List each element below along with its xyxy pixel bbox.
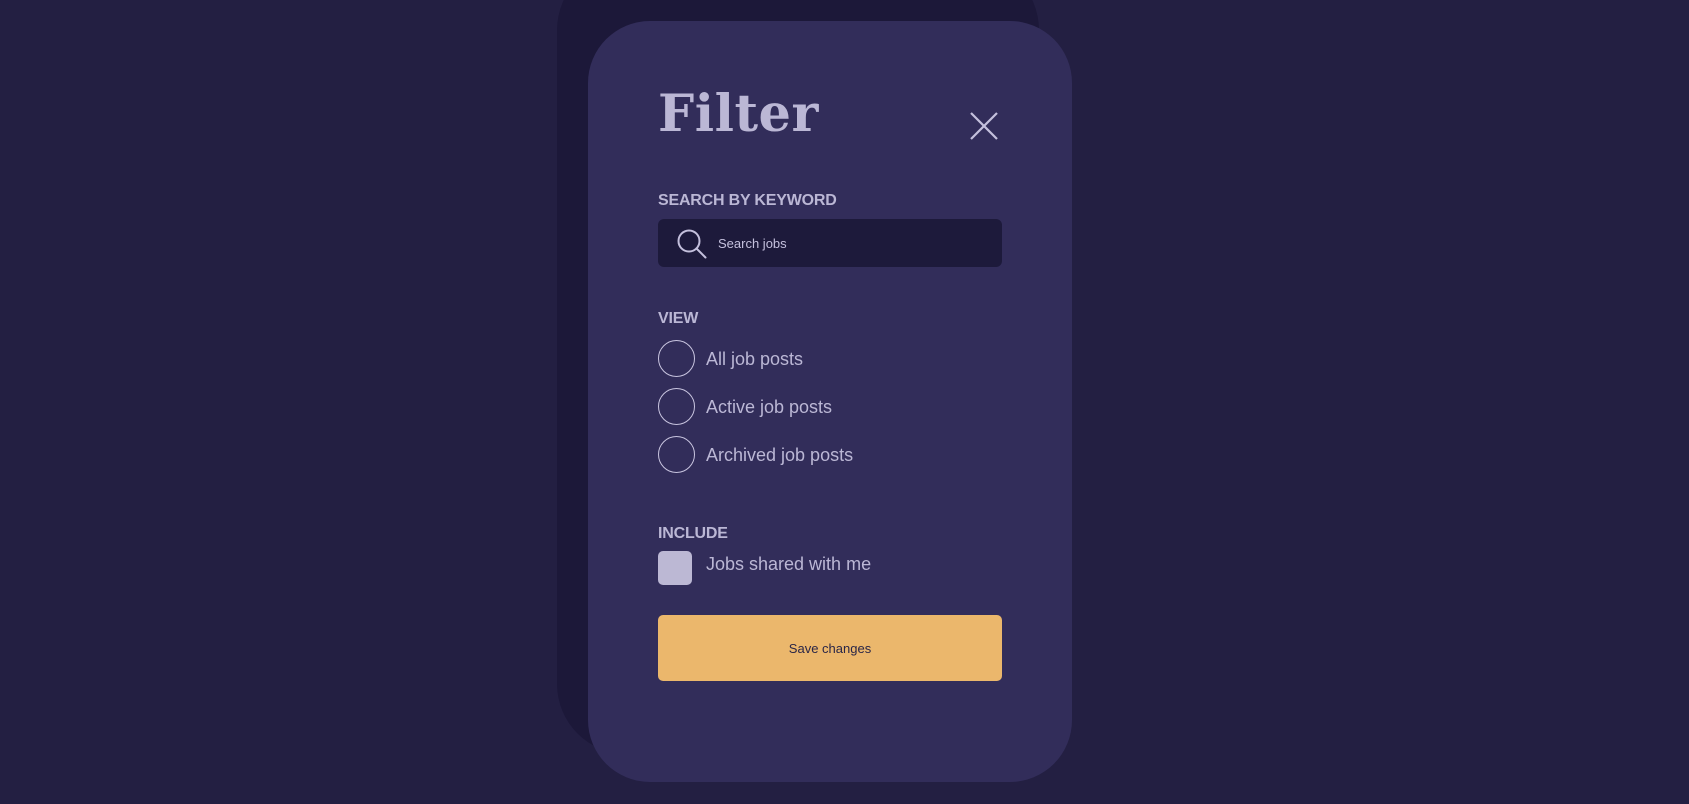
search-section-label: SEARCH BY KEYWORD [658,192,837,209]
modal-title: Filter [658,84,819,144]
search-icon [677,229,707,259]
checkbox-option-jobs-shared-with-me[interactable]: Jobs shared with me [658,551,958,587]
radio-option-all-job-posts[interactable]: All job posts [658,340,958,380]
checkbox-label: Jobs shared with me [706,554,872,574]
search-box[interactable] [658,219,1002,267]
checkbox[interactable] [658,551,692,585]
search-input[interactable] [718,219,994,267]
radio-button[interactable] [658,388,695,425]
radio-button[interactable] [658,340,695,377]
radio-label: Active job posts [706,397,833,417]
radio-button[interactable] [658,436,695,473]
filter-modal: Filter SEARCH BY KEYWORD VIEW All job po… [588,21,1072,782]
include-section-label: INCLUDE [658,525,728,542]
radio-label: Archived job posts [706,445,854,465]
radio-label: All job posts [706,349,804,369]
view-section-label: VIEW [658,310,699,327]
radio-option-archived-job-posts[interactable]: Archived job posts [658,436,958,476]
close-icon [970,112,998,140]
save-changes-button[interactable]: Save changes [658,615,1002,681]
radio-option-active-job-posts[interactable]: Active job posts [658,388,958,428]
close-button[interactable] [962,104,1000,142]
